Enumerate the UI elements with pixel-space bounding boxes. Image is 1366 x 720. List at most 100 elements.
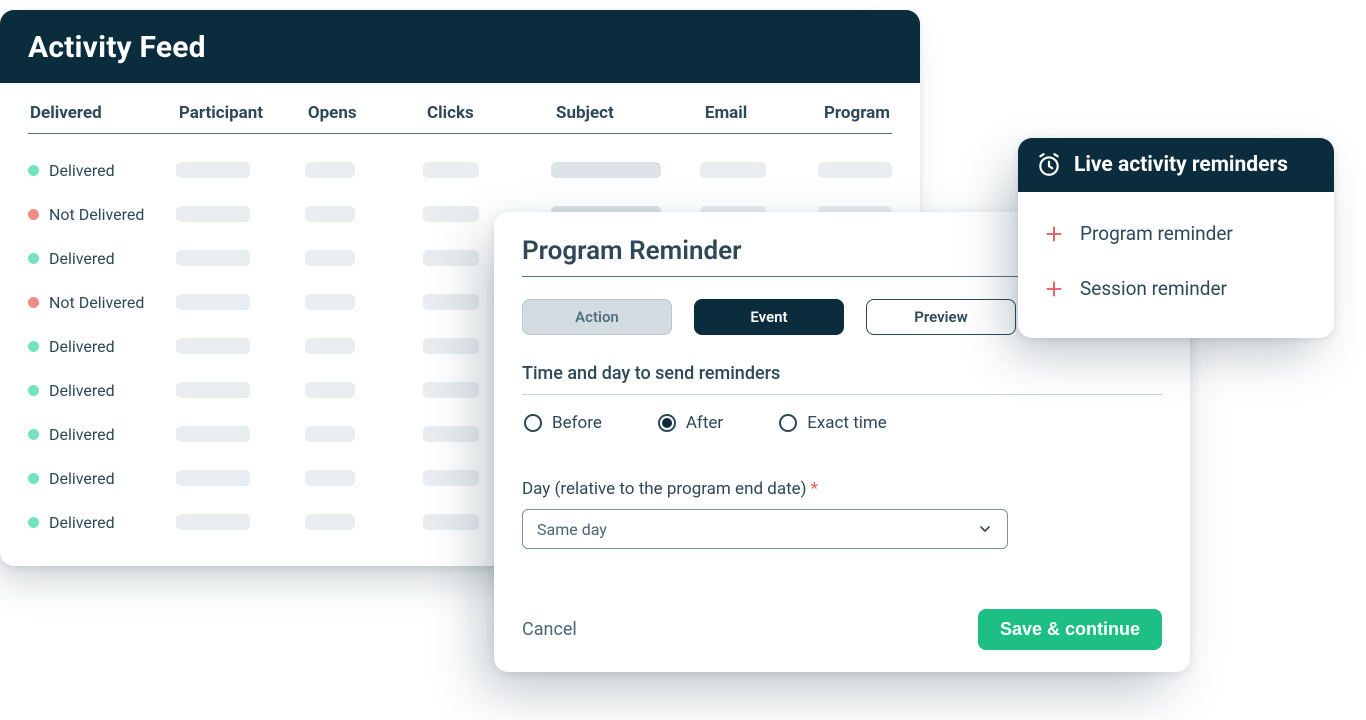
status-dot-icon xyxy=(28,209,39,220)
status-label: Delivered xyxy=(49,337,115,356)
placeholder-bar xyxy=(305,162,355,178)
required-mark: * xyxy=(811,479,818,499)
status-dot-icon xyxy=(28,385,39,396)
placeholder-bar xyxy=(176,470,250,486)
activity-feed-header: Activity Feed xyxy=(0,10,920,83)
tab-action[interactable]: Action xyxy=(522,299,672,335)
placeholder-bar xyxy=(176,206,250,222)
status-cell: Delivered xyxy=(28,381,176,400)
plus-icon xyxy=(1044,279,1064,299)
placeholder-bar xyxy=(818,162,892,178)
live-reminders-title: Live activity reminders xyxy=(1074,153,1288,177)
participant-cell xyxy=(176,470,304,486)
placeholder-bar xyxy=(305,294,355,310)
opens-cell xyxy=(305,338,424,354)
status-dot-icon xyxy=(28,165,39,176)
section-time-day-label: Time and day to send reminders xyxy=(522,363,1162,395)
program-cell xyxy=(818,162,892,178)
table-row: Delivered xyxy=(28,148,892,192)
status-cell: Delivered xyxy=(28,513,176,532)
placeholder-bar xyxy=(423,206,479,222)
reminder-item[interactable]: Program reminder xyxy=(1040,206,1312,261)
status-label: Delivered xyxy=(49,249,115,268)
live-reminders-body: Program reminderSession reminder xyxy=(1018,192,1334,338)
placeholder-bar xyxy=(423,162,479,178)
radio-exact-label: Exact time xyxy=(807,413,887,433)
opens-cell xyxy=(305,382,424,398)
participant-cell xyxy=(176,250,304,266)
placeholder-bar xyxy=(176,426,250,442)
status-label: Delivered xyxy=(49,161,115,180)
editor-actions: Cancel Save & continue xyxy=(522,609,1162,650)
column-header-email: Email xyxy=(705,103,824,123)
plus-icon xyxy=(1044,224,1064,244)
placeholder-bar xyxy=(176,250,250,266)
status-dot-icon xyxy=(28,517,39,528)
status-label: Not Delivered xyxy=(49,205,144,224)
placeholder-bar xyxy=(305,426,355,442)
email-cell xyxy=(700,162,819,178)
cancel-button[interactable]: Cancel xyxy=(522,619,577,640)
participant-cell xyxy=(176,514,304,530)
placeholder-bar xyxy=(176,382,250,398)
opens-cell xyxy=(305,514,424,530)
tab-event[interactable]: Event xyxy=(694,299,844,335)
status-dot-icon xyxy=(28,473,39,484)
day-field-label: Day (relative to the program end date)* xyxy=(522,479,1162,499)
placeholder-bar xyxy=(423,514,479,530)
radio-icon xyxy=(524,414,542,432)
opens-cell xyxy=(305,426,424,442)
column-header-program: Program xyxy=(824,103,890,123)
placeholder-bar xyxy=(423,426,479,442)
placeholder-bar xyxy=(423,470,479,486)
day-field-label-text: Day (relative to the program end date) xyxy=(522,479,807,499)
opens-cell xyxy=(305,206,424,222)
status-cell: Not Delivered xyxy=(28,205,176,224)
day-select[interactable]: Same day xyxy=(522,509,1008,549)
status-label: Not Delivered xyxy=(49,293,144,312)
status-label: Delivered xyxy=(49,381,115,400)
participant-cell xyxy=(176,426,304,442)
participant-cell xyxy=(176,382,304,398)
placeholder-bar xyxy=(551,162,661,178)
reminder-item[interactable]: Session reminder xyxy=(1040,261,1312,316)
radio-before[interactable]: Before xyxy=(524,413,602,433)
status-cell: Delivered xyxy=(28,469,176,488)
alarm-clock-icon xyxy=(1036,152,1062,178)
column-header-clicks: Clicks xyxy=(427,103,556,123)
tab-preview[interactable]: Preview xyxy=(866,299,1016,335)
radio-after-label: After xyxy=(686,413,723,433)
activity-feed-columns: Delivered Participant Opens Clicks Subje… xyxy=(28,97,892,134)
live-reminders-header: Live activity reminders xyxy=(1018,138,1334,192)
placeholder-bar xyxy=(305,470,355,486)
column-header-opens: Opens xyxy=(308,103,427,123)
placeholder-bar xyxy=(423,338,479,354)
status-dot-icon xyxy=(28,341,39,352)
status-label: Delivered xyxy=(49,513,115,532)
status-dot-icon xyxy=(28,297,39,308)
placeholder-bar xyxy=(176,338,250,354)
chevron-down-icon xyxy=(977,521,993,537)
participant-cell xyxy=(176,206,304,222)
placeholder-bar xyxy=(305,206,355,222)
subject-cell xyxy=(551,162,699,178)
placeholder-bar xyxy=(423,250,479,266)
placeholder-bar xyxy=(305,338,355,354)
status-cell: Delivered xyxy=(28,249,176,268)
participant-cell xyxy=(176,162,304,178)
timing-radio-group: Before After Exact time xyxy=(522,413,1162,433)
activity-feed-title: Activity Feed xyxy=(28,30,892,65)
placeholder-bar xyxy=(700,162,766,178)
placeholder-bar xyxy=(176,294,250,310)
column-header-subject: Subject xyxy=(556,103,705,123)
radio-after[interactable]: After xyxy=(658,413,723,433)
placeholder-bar xyxy=(176,162,250,178)
radio-exact-time[interactable]: Exact time xyxy=(779,413,887,433)
placeholder-bar xyxy=(176,514,250,530)
save-continue-button[interactable]: Save & continue xyxy=(978,609,1162,650)
status-cell: Delivered xyxy=(28,161,176,180)
placeholder-bar xyxy=(305,382,355,398)
day-select-value: Same day xyxy=(537,520,607,539)
status-cell: Not Delivered xyxy=(28,293,176,312)
radio-before-label: Before xyxy=(552,413,602,433)
